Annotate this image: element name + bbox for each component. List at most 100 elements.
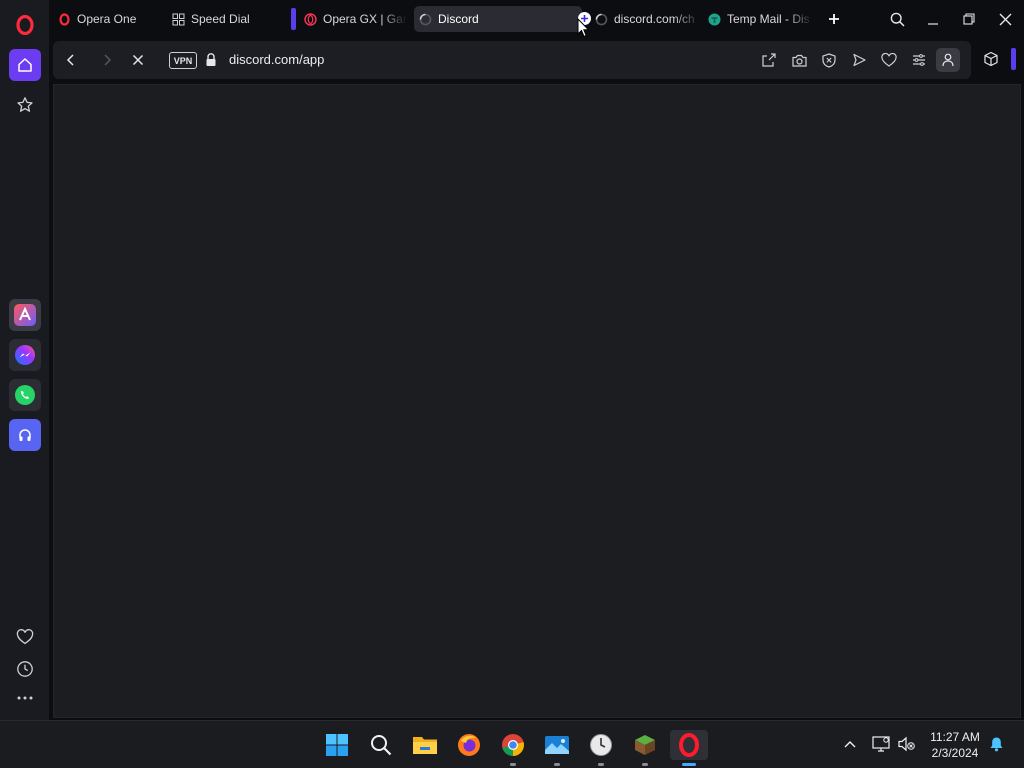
- tab-opera-one[interactable]: Opera One: [57, 6, 157, 32]
- new-tab-button[interactable]: [824, 9, 844, 29]
- messenger-icon: [15, 345, 35, 365]
- running-indicator: [682, 763, 696, 766]
- minecraft-button[interactable]: [630, 730, 660, 766]
- chevron-right-icon: [104, 54, 112, 66]
- whatsapp-icon: [15, 385, 35, 405]
- web-content-area[interactable]: [53, 84, 1021, 718]
- restore-button[interactable]: [959, 9, 979, 29]
- tab-speed-dial[interactable]: Speed Dial: [171, 6, 281, 32]
- clock-date: 2/3/2024: [931, 746, 979, 760]
- tab-temp-mail[interactable]: Temp Mail - Dis: [707, 6, 813, 32]
- opera-icon: [57, 12, 71, 26]
- windows-taskbar: 11:27 AM 2/3/2024: [0, 720, 1024, 768]
- clock-icon: [17, 661, 33, 677]
- easy-setup-button[interactable]: [911, 52, 927, 68]
- tab-island-marker: [291, 8, 296, 30]
- notifications-button[interactable]: [987, 735, 1005, 753]
- back-button[interactable]: [62, 51, 80, 69]
- ellipsis-icon: [17, 696, 33, 700]
- lock-icon[interactable]: [204, 52, 218, 68]
- bookmarks-button[interactable]: [9, 89, 41, 121]
- running-indicator: [554, 763, 560, 766]
- show-hidden-icons-button[interactable]: [841, 735, 859, 753]
- loading-spinner-icon: [594, 12, 608, 26]
- extensions-icon[interactable]: [983, 51, 999, 67]
- minecraft-icon: [635, 735, 655, 755]
- camera-icon: [791, 54, 807, 67]
- stop-loading-button[interactable]: [129, 51, 147, 69]
- discord-panel-button[interactable]: [9, 419, 41, 451]
- network-button[interactable]: [872, 735, 890, 753]
- windows-logo-icon: [326, 734, 348, 756]
- share-icon: [762, 53, 776, 67]
- aria-button[interactable]: [9, 299, 41, 331]
- running-indicator: [642, 763, 648, 766]
- snapshot-button[interactable]: [791, 52, 807, 68]
- close-icon: [132, 54, 144, 66]
- user-icon: [942, 53, 954, 67]
- chevron-left-icon: [66, 54, 74, 66]
- clock-app-button[interactable]: [586, 730, 616, 766]
- share-button[interactable]: [761, 52, 777, 68]
- aria-icon: [14, 304, 36, 326]
- bell-icon: [990, 737, 1002, 752]
- speaker-muted-icon: [898, 736, 915, 752]
- more-button[interactable]: [9, 682, 41, 714]
- opera-icon: [679, 733, 699, 757]
- start-button[interactable]: [322, 730, 352, 760]
- temp-mail-icon: [707, 12, 721, 26]
- sidebar-accent-strip: [1011, 48, 1016, 70]
- tab-discord[interactable]: Discord: [414, 6, 582, 32]
- volume-button[interactable]: [898, 735, 916, 753]
- tab-label: Opera One: [77, 12, 137, 26]
- mouse-cursor-icon: [577, 18, 590, 38]
- ad-blocker-button[interactable]: [821, 52, 837, 68]
- running-indicator: [598, 763, 604, 766]
- clock-icon: [590, 734, 612, 756]
- opera-taskbar-button[interactable]: [670, 730, 708, 766]
- send-icon: [853, 53, 866, 67]
- tab-label: Opera GX | Gam: [323, 12, 407, 26]
- chrome-icon: [502, 734, 524, 756]
- chrome-button[interactable]: [498, 730, 528, 766]
- home-button[interactable]: [9, 49, 41, 81]
- firefox-icon: [458, 734, 480, 756]
- search-tabs-button[interactable]: [887, 9, 907, 29]
- opera-gx-icon: [303, 12, 317, 26]
- opera-menu-icon[interactable]: [12, 12, 38, 38]
- network-icon: [872, 736, 890, 752]
- tab-label: Speed Dial: [191, 12, 250, 26]
- whatsapp-button[interactable]: [9, 379, 41, 411]
- tab-label: Temp Mail - Dis: [727, 12, 810, 26]
- file-explorer-button[interactable]: [410, 730, 440, 760]
- folder-icon: [413, 737, 437, 754]
- forward-button[interactable]: [98, 51, 116, 69]
- browser-window: Opera One Speed Dial Opera GX | Gam Disc…: [0, 0, 1024, 768]
- messenger-button[interactable]: [9, 339, 41, 371]
- pin-to-pinboard-button[interactable]: [881, 52, 897, 68]
- home-icon: [18, 58, 32, 72]
- shield-icon: [822, 52, 836, 68]
- taskbar-search-button[interactable]: [366, 730, 396, 760]
- profile-button[interactable]: [936, 48, 960, 72]
- pinboards-button[interactable]: [9, 621, 41, 653]
- close-window-button[interactable]: [995, 9, 1015, 29]
- tab-opera-gx[interactable]: Opera GX | Gam: [303, 6, 407, 32]
- close-icon: [999, 13, 1011, 25]
- system-clock[interactable]: 11:27 AM 2/3/2024: [924, 729, 986, 761]
- running-indicator: [510, 763, 516, 766]
- send-button[interactable]: [851, 52, 867, 68]
- heart-icon: [16, 629, 34, 645]
- tab-discord-channels[interactable]: discord.com/ch: [594, 6, 700, 32]
- firefox-button[interactable]: [454, 730, 484, 760]
- url-field[interactable]: discord.com/app: [229, 52, 324, 67]
- minimize-button[interactable]: [923, 9, 943, 29]
- vpn-badge[interactable]: VPN: [169, 52, 197, 69]
- tab-label: discord.com/ch: [614, 12, 695, 26]
- chevron-up-icon: [844, 741, 856, 748]
- restore-icon: [963, 13, 975, 25]
- photos-button[interactable]: [542, 730, 572, 766]
- settings-sliders-icon: [913, 54, 925, 66]
- history-button[interactable]: [9, 653, 41, 685]
- speed-dial-icon: [171, 12, 185, 26]
